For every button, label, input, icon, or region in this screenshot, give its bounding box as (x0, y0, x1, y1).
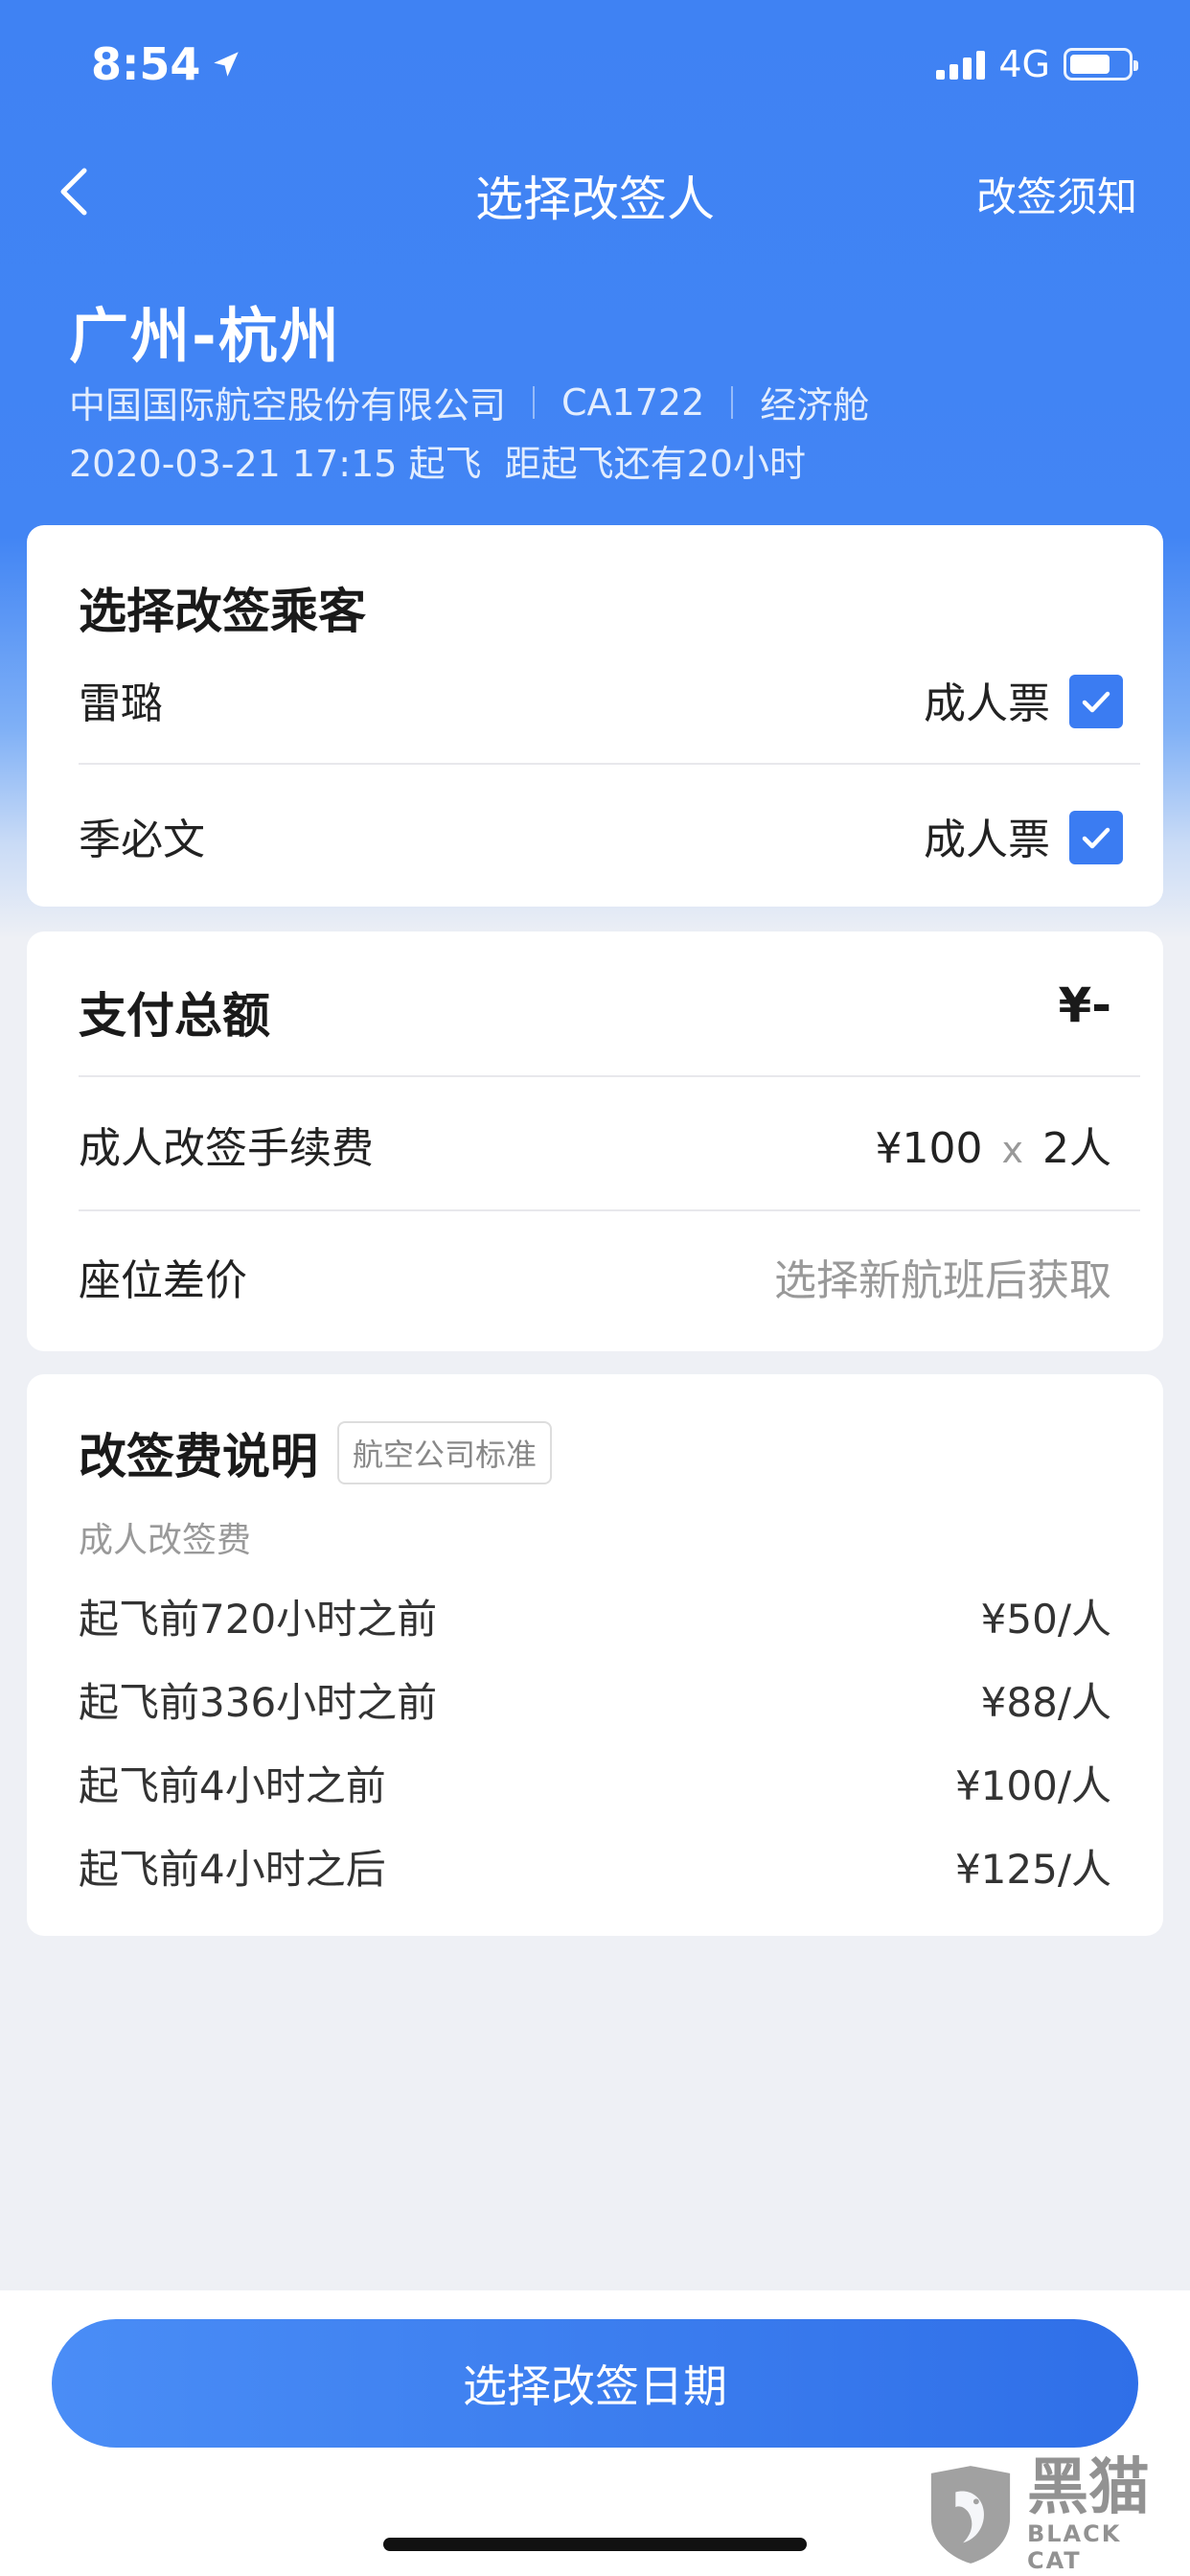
fee-amount: ¥100 (875, 1124, 983, 1173)
fee-rule-price: ¥125/人 (954, 1846, 1111, 1893)
fee-rules-title: 改签费说明 (79, 1429, 318, 1484)
status-indicators: 4G (936, 43, 1138, 85)
checkmark-icon (1082, 827, 1110, 849)
departure-time: 2020-03-21 17:15 起飞 (69, 443, 482, 485)
passenger-name: 季必文 (79, 816, 205, 864)
rebooking-notice-link[interactable]: 改签须知 (976, 165, 1137, 223)
passenger-card: 选择改签乘客 雷璐 成人票 季必文 成人票 (27, 525, 1163, 907)
payment-title: 支付总额 (79, 988, 270, 1044)
passenger-count: 2人 (1042, 1124, 1111, 1173)
passenger-checkbox[interactable] (1069, 675, 1123, 728)
passenger-checkbox[interactable] (1069, 811, 1123, 864)
select-date-button[interactable]: 选择改签日期 (52, 2319, 1138, 2448)
status-bar: 8:54 4G (0, 0, 1190, 129)
nav-bar: 选择改签人 改签须知 (0, 144, 1190, 240)
change-fee-label: 成人改签手续费 (79, 1124, 374, 1173)
black-cat-logo-icon (930, 2466, 1011, 2564)
fee-rule-row: 起飞前336小时之前 ¥88/人 (79, 1670, 1111, 1728)
flight-time: 2020-03-21 17:15 起飞 距起飞还有20小时 (69, 434, 817, 487)
fee-rule-price: ¥50/人 (980, 1596, 1111, 1643)
passenger-row[interactable]: 雷璐 成人票 (79, 629, 1140, 753)
departure-countdown: 距起飞还有20小时 (504, 443, 806, 485)
divider (533, 385, 536, 419)
fee-rule-row: 起飞前4小时之后 ¥125/人 (79, 1837, 1111, 1895)
fee-rules-subtitle: 成人改签费 (79, 1521, 252, 1560)
change-fee-value: ¥100 x 2人 (876, 1114, 1111, 1175)
watermark-text: 黑猫 BLACK CAT (1026, 2452, 1150, 2574)
seat-difference-label: 座位差价 (79, 1256, 247, 1305)
fee-rule-condition: 起飞前720小时之前 (79, 1596, 438, 1643)
airline-standard-tag: 航空公司标准 (337, 1421, 553, 1484)
flight-route: 广州-杭州 (69, 301, 341, 371)
fee-rule-condition: 起飞前336小时之前 (79, 1679, 438, 1726)
fee-rules-card: 改签费说明 航空公司标准 成人改签费 起飞前720小时之前 ¥50/人 起飞前3… (27, 1374, 1163, 1936)
network-type: 4G (998, 43, 1050, 85)
ticket-type: 成人票 (924, 816, 1050, 864)
status-time: 8:54 (91, 38, 242, 90)
divider (731, 385, 734, 419)
checkmark-icon (1082, 691, 1110, 713)
fee-rule-row: 起飞前720小时之前 ¥50/人 (79, 1587, 1111, 1644)
fee-rule-row: 起飞前4小时之前 ¥100/人 (79, 1754, 1111, 1811)
divider (79, 1075, 1140, 1077)
watermark: 黑猫 BLACK CAT (924, 2455, 1182, 2574)
fee-rules-header: 改签费说明 航空公司标准 (79, 1418, 553, 1487)
airline-name: 中国国际航空股份有限公司 (69, 384, 507, 426)
flight-info: 中国国际航空股份有限公司 CA1722 经济舱 (69, 376, 869, 428)
divider (79, 1209, 1140, 1211)
passenger-row[interactable]: 季必文 成人票 (79, 765, 1140, 889)
passenger-name: 雷璐 (79, 679, 163, 728)
fee-rule-condition: 起飞前4小时之前 (79, 1762, 386, 1809)
location-arrow-icon (214, 52, 240, 77)
seat-difference-value: 选择新航班后获取 (774, 1256, 1111, 1305)
fee-rule-condition: 起飞前4小时之后 (79, 1846, 386, 1893)
battery-icon (1064, 48, 1138, 80)
cabin-class: 经济舱 (760, 384, 870, 426)
payment-total: ¥- (1058, 978, 1111, 1033)
fee-rule-price: ¥100/人 (954, 1762, 1111, 1809)
flight-number: CA1722 (561, 380, 705, 424)
ticket-type: 成人票 (924, 679, 1050, 728)
payment-card: 支付总额 ¥- 成人改签手续费 ¥100 x 2人 座位差价 选择新航班后获取 (27, 932, 1163, 1351)
multiply-sign: x (1001, 1129, 1024, 1171)
fee-rule-price: ¥88/人 (980, 1679, 1111, 1726)
signal-icon (936, 49, 986, 80)
home-indicator (383, 2538, 807, 2551)
